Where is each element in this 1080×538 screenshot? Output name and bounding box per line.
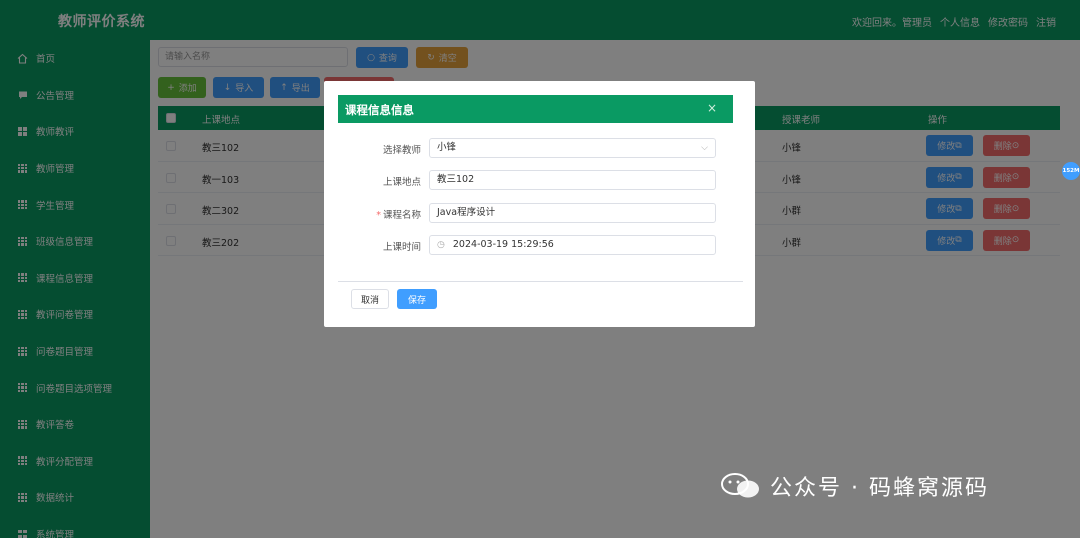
chevron-down-icon: ⌵ — [701, 143, 708, 153]
time-picker[interactable]: ◷ 2024-03-19 15:29:56 — [429, 235, 716, 255]
watermark: 公众号 · 码蜂窝源码 — [720, 470, 989, 502]
required-mark: * — [376, 210, 381, 221]
save-button[interactable]: 保存 — [397, 289, 437, 309]
dialog-divider — [338, 281, 743, 282]
course-name-input[interactable]: Java程序设计 — [429, 203, 716, 223]
teacher-value: 小锋 — [437, 142, 457, 153]
teacher-field-row: 选择教师 小锋 ⌵ — [324, 138, 755, 158]
time-label: 上课时间 — [382, 242, 421, 253]
close-icon[interactable]: × — [707, 101, 717, 115]
floating-badge[interactable]: 152M — [1062, 162, 1080, 180]
teacher-select[interactable]: 小锋 ⌵ — [429, 138, 716, 158]
watermark-text: 公众号 · 码蜂窝源码 — [770, 476, 989, 501]
location-label: 上课地点 — [382, 177, 421, 188]
time-value: 2024-03-19 15:29:56 — [452, 239, 554, 250]
wechat-icon — [720, 471, 762, 501]
course-name-label-text: 课程名称 — [382, 210, 421, 221]
location-field-row: 上课地点 教三102 — [324, 170, 755, 190]
teacher-label: 选择教师 — [382, 145, 421, 156]
course-name-label: * 课程名称 — [376, 207, 421, 221]
location-input[interactable]: 教三102 — [429, 170, 716, 190]
time-field-row: 上课时间 ◷ 2024-03-19 15:29:56 — [324, 235, 755, 255]
course-name-field-row: * 课程名称 Java程序设计 — [324, 203, 755, 223]
dialog-header: 课程信息信息 × — [338, 95, 733, 123]
cancel-button[interactable]: 取消 — [351, 289, 389, 309]
clock-icon: ◷ — [437, 240, 445, 250]
dialog-title: 课程信息信息 — [345, 103, 414, 117]
course-dialog: 课程信息信息 × 选择教师 小锋 ⌵ 上课地点 教三102 * 课程名称 Java… — [324, 81, 755, 327]
